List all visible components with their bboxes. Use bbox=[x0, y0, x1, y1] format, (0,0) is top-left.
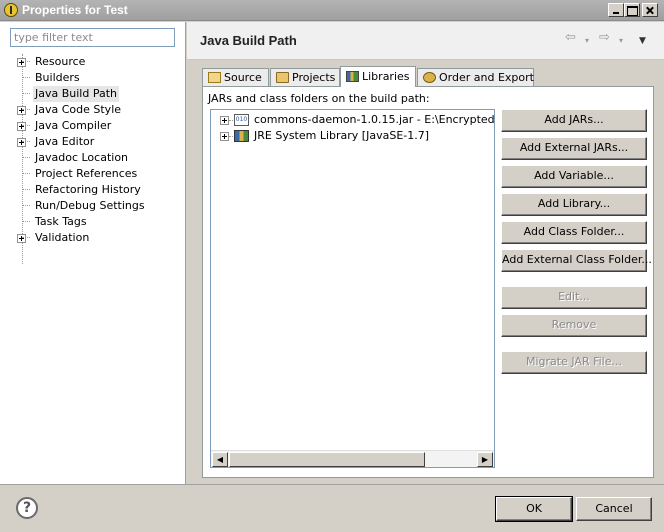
sidebar-item-validation[interactable]: Validation bbox=[0, 230, 186, 246]
sidebar-item-label: Java Code Style bbox=[35, 103, 122, 116]
sidebar-item-builders[interactable]: Builders bbox=[0, 70, 186, 86]
jar-icon: 010 bbox=[234, 114, 249, 126]
tab-label: Order and Export bbox=[439, 71, 534, 84]
sidebar-item-label: Resource bbox=[35, 55, 86, 68]
sidebar-item-resource[interactable]: Resource bbox=[0, 54, 186, 70]
library-entry-jre-system[interactable]: JRE System Library [JavaSE-1.7] bbox=[211, 128, 494, 144]
title-bar[interactable]: Properties for Test bbox=[0, 0, 664, 21]
libraries-tab-content: JARs and class folders on the build path… bbox=[202, 86, 654, 478]
expand-icon[interactable] bbox=[17, 138, 26, 147]
tab-projects[interactable]: Projects bbox=[270, 68, 340, 87]
tab-label: Source bbox=[224, 71, 262, 84]
view-menu-icon[interactable]: ▼ bbox=[639, 34, 646, 48]
scroll-right-icon[interactable]: ▶ bbox=[477, 452, 493, 467]
sidebar-item-label: Project References bbox=[35, 167, 138, 180]
tab-label: Projects bbox=[292, 71, 336, 84]
add-jars-button[interactable]: Add JARs... bbox=[501, 109, 647, 132]
sidebar-item-java-build-path[interactable]: Java Build Path bbox=[0, 86, 186, 102]
close-button[interactable] bbox=[642, 3, 658, 17]
expand-icon[interactable] bbox=[17, 106, 26, 115]
forward-arrow-icon[interactable]: ⇨ bbox=[599, 31, 610, 45]
source-folder-icon bbox=[208, 72, 221, 83]
properties-dialog: Properties for Test Resource Builders Ja… bbox=[0, 0, 664, 532]
page-title: Java Build Path bbox=[200, 33, 297, 48]
library-entry-commons-daemon[interactable]: 010 commons-daemon-1.0.15.jar - E:\Encry… bbox=[211, 112, 495, 128]
add-variable-button[interactable]: Add Variable... bbox=[501, 165, 647, 188]
sidebar-item-java-compiler[interactable]: Java Compiler bbox=[0, 118, 186, 134]
add-library-button[interactable]: Add Library... bbox=[501, 193, 647, 216]
sidebar-item-label: Run/Debug Settings bbox=[35, 199, 145, 212]
tab-libraries[interactable]: Libraries bbox=[340, 66, 416, 87]
tab-source[interactable]: Source bbox=[202, 68, 269, 87]
add-class-folder-button[interactable]: Add Class Folder... bbox=[501, 221, 647, 244]
maximize-button[interactable] bbox=[624, 3, 640, 17]
expand-icon[interactable] bbox=[17, 234, 26, 243]
sidebar-item-javadoc-location[interactable]: Javadoc Location bbox=[0, 150, 186, 166]
dialog-footer: ? OK Cancel bbox=[0, 484, 664, 532]
sidebar-item-label: Validation bbox=[35, 231, 90, 244]
library-entry-label: commons-daemon-1.0.15.jar - E:\Encrypted… bbox=[254, 113, 495, 126]
filter-input[interactable] bbox=[10, 28, 175, 47]
sidebar-item-java-code-style[interactable]: Java Code Style bbox=[0, 102, 186, 118]
sidebar-item-java-editor[interactable]: Java Editor bbox=[0, 134, 186, 150]
scroll-left-icon[interactable]: ◀ bbox=[212, 452, 228, 467]
main-panel: Java Build Path ⇦ ▾ ⇨ ▾ ▼ Source Project… bbox=[187, 22, 664, 484]
window-title: Properties for Test bbox=[22, 3, 128, 17]
build-path-label: JARs and class folders on the build path… bbox=[208, 92, 430, 105]
horizontal-scrollbar[interactable]: ◀ ▶ bbox=[211, 450, 494, 467]
sidebar-item-run-debug-settings[interactable]: Run/Debug Settings bbox=[0, 198, 186, 214]
scroll-thumb[interactable] bbox=[229, 452, 425, 467]
back-dropdown-icon[interactable]: ▾ bbox=[585, 34, 589, 48]
tab-label: Libraries bbox=[362, 70, 410, 83]
cancel-button[interactable]: Cancel bbox=[576, 497, 652, 521]
expand-icon[interactable] bbox=[220, 116, 229, 125]
sidebar-item-label: Refactoring History bbox=[35, 183, 141, 196]
page-header: Java Build Path ⇦ ▾ ⇨ ▾ ▼ bbox=[187, 22, 664, 60]
help-icon[interactable]: ? bbox=[16, 497, 38, 519]
remove-button[interactable]: Remove bbox=[501, 314, 647, 337]
projects-icon bbox=[276, 72, 289, 83]
add-external-class-folder-button[interactable]: Add External Class Folder... bbox=[501, 249, 652, 272]
sidebar-item-label: Java Editor bbox=[35, 135, 95, 148]
sidebar-item-label: Javadoc Location bbox=[35, 151, 129, 164]
library-tree[interactable]: 010 commons-daemon-1.0.15.jar - E:\Encry… bbox=[210, 109, 495, 468]
minimize-button[interactable] bbox=[608, 3, 624, 17]
eclipse-icon bbox=[4, 3, 18, 17]
forward-dropdown-icon[interactable]: ▾ bbox=[619, 34, 623, 48]
sidebar-item-refactoring-history[interactable]: Refactoring History bbox=[0, 182, 186, 198]
libraries-icon bbox=[346, 71, 359, 82]
sidebar-item-project-references[interactable]: Project References bbox=[0, 166, 186, 182]
library-entry-label: JRE System Library [JavaSE-1.7] bbox=[254, 129, 430, 142]
edit-button[interactable]: Edit... bbox=[501, 286, 647, 309]
order-export-icon bbox=[423, 72, 436, 83]
sidebar-item-label: Java Compiler bbox=[35, 119, 112, 132]
expand-icon[interactable] bbox=[220, 132, 229, 141]
tab-order-and-export[interactable]: Order and Export bbox=[417, 68, 534, 87]
jre-library-icon bbox=[234, 130, 249, 142]
back-arrow-icon[interactable]: ⇦ bbox=[565, 31, 576, 45]
sidebar-item-task-tags[interactable]: Task Tags bbox=[0, 214, 186, 230]
expand-icon[interactable] bbox=[17, 122, 26, 131]
sidebar-item-label: Task Tags bbox=[35, 215, 87, 228]
sidebar: Resource Builders Java Build Path Java C… bbox=[0, 22, 186, 484]
expand-icon[interactable] bbox=[17, 58, 26, 67]
migrate-jar-button[interactable]: Migrate JAR File... bbox=[501, 351, 647, 374]
sidebar-item-label: Java Build Path bbox=[33, 86, 120, 102]
ok-button[interactable]: OK bbox=[495, 496, 573, 522]
add-external-jars-button[interactable]: Add External JARs... bbox=[501, 137, 647, 160]
sidebar-item-label: Builders bbox=[35, 71, 80, 84]
sidebar-tree: Resource Builders Java Build Path Java C… bbox=[0, 54, 186, 246]
